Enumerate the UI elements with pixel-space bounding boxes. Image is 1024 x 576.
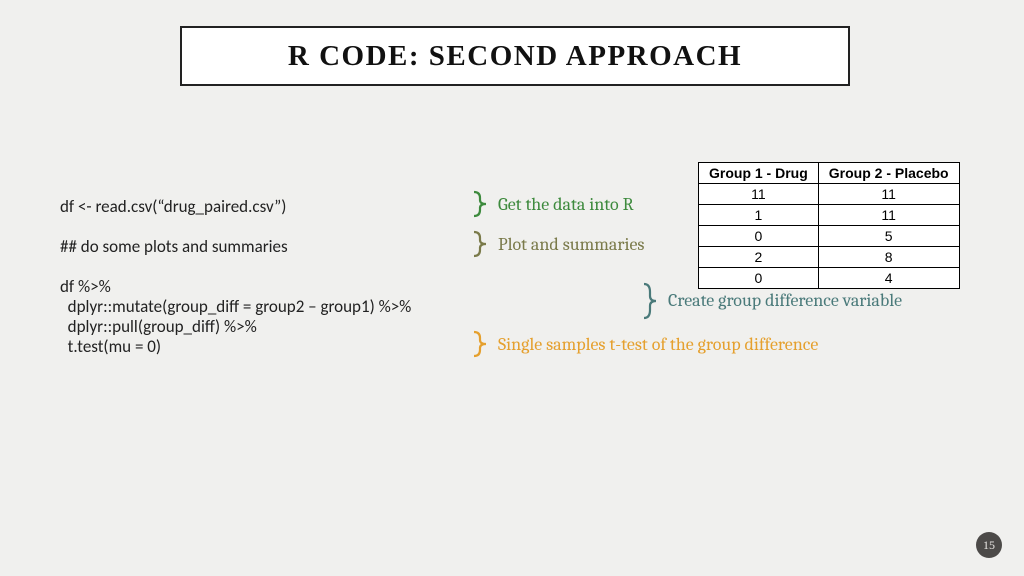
- table-cell: 11: [699, 184, 819, 205]
- code-line-5: dplyr::pull(group_diff) %>%: [60, 318, 257, 335]
- brace-icon: [470, 190, 492, 218]
- page-number-badge: 15: [976, 532, 1002, 558]
- table-cell: 1: [699, 205, 819, 226]
- code-line-6: t.test(mu = 0): [60, 338, 161, 355]
- table-cell: 0: [699, 226, 819, 247]
- table-row: 0 5: [699, 226, 960, 247]
- annotation-ttest: Single samples t-test of the group diffe…: [498, 334, 818, 355]
- table-cell: 5: [818, 226, 959, 247]
- table-header: Group 2 - Placebo: [818, 163, 959, 184]
- table-header: Group 1 - Drug: [699, 163, 819, 184]
- table-row: 2 8: [699, 247, 960, 268]
- annotation-create-diff: Create group difference variable: [668, 290, 902, 311]
- table-cell: 11: [818, 205, 959, 226]
- table-cell: 4: [818, 268, 959, 289]
- table-cell: 8: [818, 247, 959, 268]
- brace-icon: [640, 282, 662, 320]
- annotation-get-data: Get the data into R: [498, 194, 634, 215]
- code-line-2: ## do some plots and summaries: [60, 238, 288, 255]
- code-line-1: df <- read.csv(“drug_paired.csv”): [60, 198, 286, 215]
- table-header-row: Group 1 - Drug Group 2 - Placebo: [699, 163, 960, 184]
- code-line-3: df %>%: [60, 278, 111, 295]
- slide-title: R CODE: SECOND APPROACH: [288, 40, 742, 73]
- page-number: 15: [983, 538, 995, 553]
- annotation-plot-summaries: Plot and summaries: [498, 234, 644, 255]
- table-row: 0 4: [699, 268, 960, 289]
- brace-icon: [470, 230, 492, 258]
- table-row: 1 11: [699, 205, 960, 226]
- brace-icon: [470, 330, 492, 358]
- table-cell: 11: [818, 184, 959, 205]
- table-cell: 2: [699, 247, 819, 268]
- title-box: R CODE: SECOND APPROACH: [180, 26, 850, 86]
- code-line-4: dplyr::mutate(group_diff = group2 – grou…: [60, 298, 411, 315]
- table-row: 11 11: [699, 184, 960, 205]
- data-table: Group 1 - Drug Group 2 - Placebo 11 11 1…: [698, 162, 960, 289]
- table-cell: 0: [699, 268, 819, 289]
